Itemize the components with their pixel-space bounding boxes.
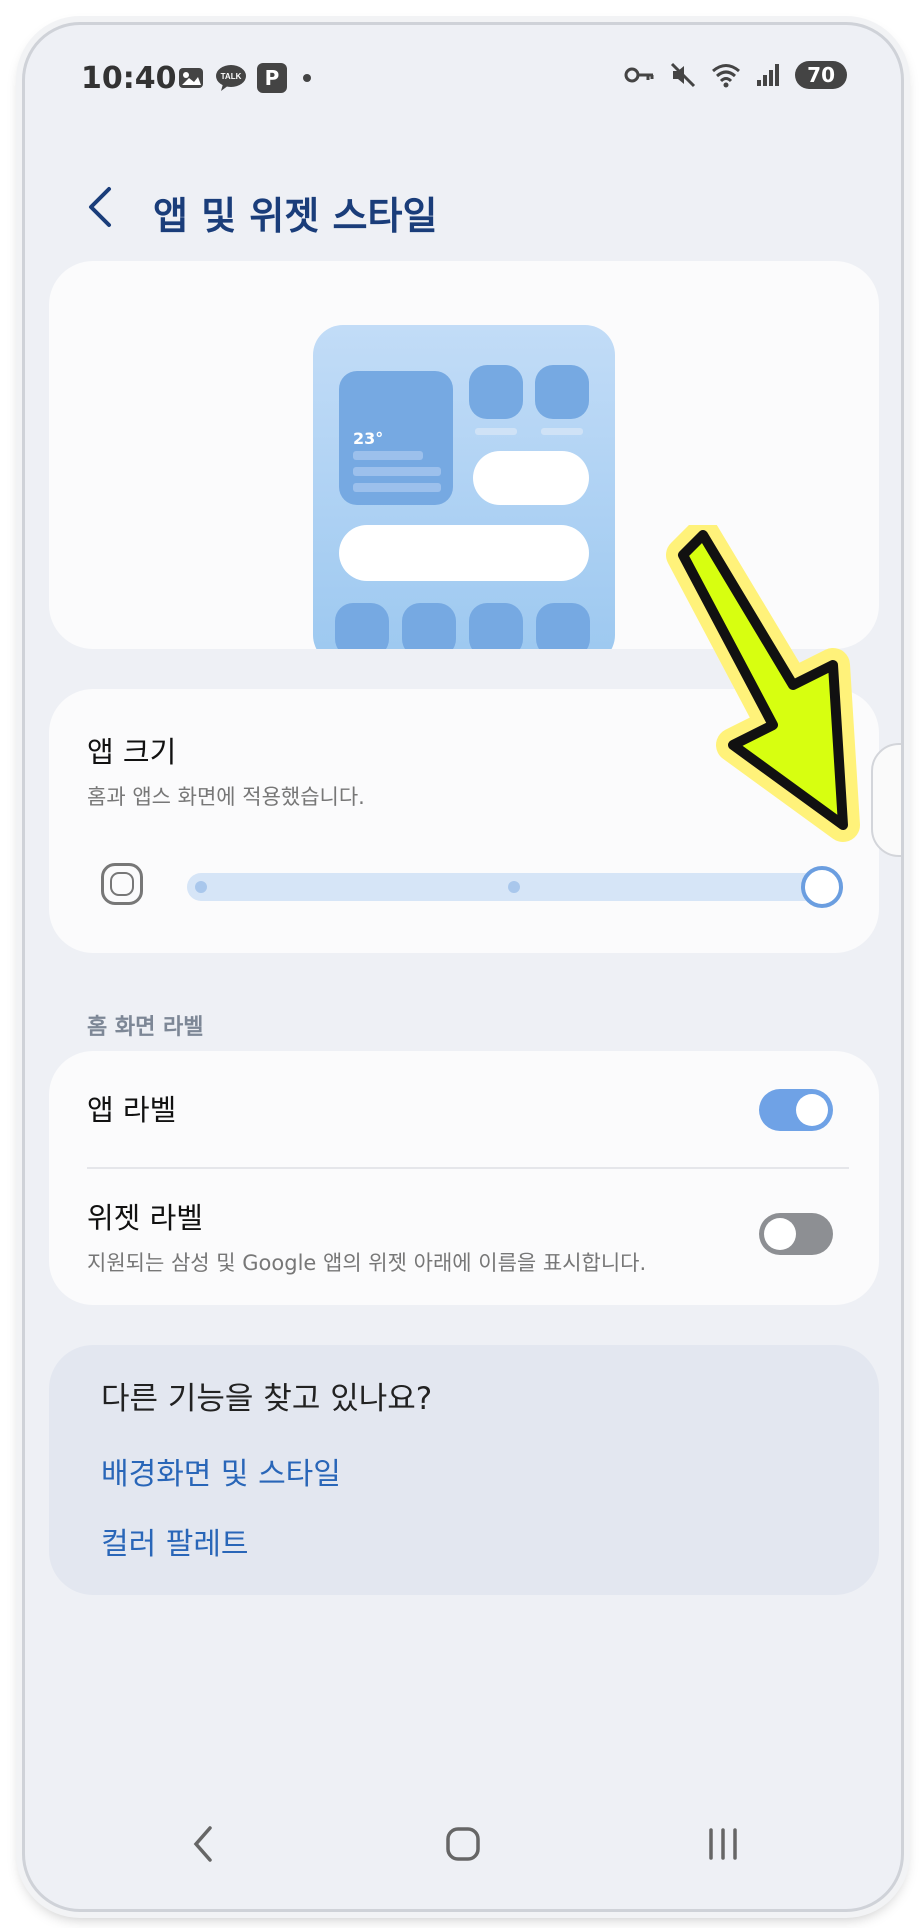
recents-icon bbox=[709, 1828, 737, 1860]
widget-label-subtitle: 지원되는 삼성 및 Google 앱의 위젯 아래에 이름을 표시합니다. bbox=[87, 1251, 647, 1275]
gallery-icon bbox=[179, 68, 203, 88]
vpn-key-icon bbox=[624, 67, 654, 83]
preview-search-bar bbox=[339, 525, 589, 581]
nav-recents-button[interactable] bbox=[693, 1819, 753, 1869]
preview-weather-widget: 23° bbox=[339, 371, 453, 505]
toggle-knob bbox=[796, 1094, 828, 1126]
navigation-bar bbox=[25, 1809, 901, 1879]
page-title: 앱 및 위젯 스타일 bbox=[153, 194, 438, 238]
suggestions-title: 다른 기능을 찾고 있나요? bbox=[101, 1381, 433, 1417]
preview-dock-icon bbox=[469, 603, 523, 649]
slider-step-dot[interactable] bbox=[508, 881, 520, 893]
slider-thumb[interactable] bbox=[801, 866, 843, 908]
widget-label-title: 위젯 라벨 bbox=[87, 1201, 203, 1235]
home-screen-preview: 23° bbox=[313, 325, 615, 649]
preview-widget-line bbox=[353, 467, 441, 476]
home-labels-card: 앱 라벨 위젯 라벨 지원되는 삼성 및 Google 앱의 위젯 아래에 이름… bbox=[49, 1051, 879, 1305]
preview-app-label bbox=[475, 428, 517, 435]
widget-label-row[interactable]: 위젯 라벨 지원되는 삼성 및 Google 앱의 위젯 아래에 이름을 표시합… bbox=[49, 1169, 879, 1305]
app-size-subtitle: 홈과 앱스 화면에 적용했습니다. bbox=[87, 785, 365, 809]
kakaotalk-icon: TALK bbox=[216, 65, 246, 91]
app-label-toggle[interactable] bbox=[759, 1089, 833, 1131]
status-time: 10:40 bbox=[81, 61, 177, 96]
link-color-palette[interactable]: 컬러 팔레트 bbox=[101, 1519, 249, 1563]
preview-app-label bbox=[541, 428, 583, 435]
annotation-arrow-icon bbox=[666, 525, 860, 842]
battery-indicator: 70 bbox=[795, 61, 847, 89]
app-size-slider[interactable] bbox=[187, 866, 843, 908]
app-bar: 앱 및 위젯 스타일 bbox=[25, 167, 901, 247]
back-icon[interactable] bbox=[81, 185, 121, 229]
system-icons: 70 bbox=[623, 61, 847, 89]
preview-pill-widget bbox=[473, 451, 589, 505]
preview-widget-line bbox=[353, 451, 423, 460]
nav-back-button[interactable] bbox=[173, 1819, 233, 1869]
mute-icon bbox=[671, 62, 696, 88]
app-size-icon bbox=[101, 863, 143, 905]
link-wallpaper-style[interactable]: 배경화면 및 스타일 bbox=[101, 1449, 341, 1493]
toggle-knob bbox=[764, 1218, 796, 1250]
home-icon bbox=[446, 1827, 480, 1861]
preview-dock-icon bbox=[402, 603, 456, 649]
preview-temperature: 23° bbox=[353, 429, 384, 448]
preview-dock-icon bbox=[335, 603, 389, 649]
suggestions-card: 다른 기능을 찾고 있나요? 배경화면 및 스타일 컬러 팔레트 bbox=[49, 1345, 879, 1595]
slider-step-dot[interactable] bbox=[195, 881, 207, 893]
status-bar: 10:40 TALK P 70 bbox=[25, 53, 901, 109]
widget-label-toggle[interactable] bbox=[759, 1213, 833, 1255]
app-size-title: 앱 크기 bbox=[87, 735, 177, 769]
phone-screen: 10:40 TALK P 70 앱 및 위젯 스타일 23° 앱 크기 홈과 앱… bbox=[22, 22, 904, 1912]
app-label-title: 앱 라벨 bbox=[87, 1093, 177, 1127]
back-icon bbox=[193, 1826, 212, 1862]
section-header-home-labels: 홈 화면 라벨 bbox=[87, 1015, 204, 1040]
app-label-row[interactable]: 앱 라벨 bbox=[49, 1051, 879, 1167]
notification-icons: TALK P bbox=[177, 63, 311, 93]
preview-app-icon bbox=[535, 365, 589, 419]
preview-dock-icon bbox=[536, 603, 590, 649]
kakaotalk-label: TALK bbox=[221, 72, 242, 81]
nav-home-button[interactable] bbox=[433, 1819, 493, 1869]
dot-icon bbox=[303, 74, 311, 82]
preview-widget-line bbox=[353, 483, 441, 492]
preview-app-icon bbox=[469, 365, 523, 419]
signal-icon bbox=[757, 64, 780, 86]
parking-icon: P bbox=[257, 63, 287, 93]
wifi-icon bbox=[712, 64, 741, 88]
